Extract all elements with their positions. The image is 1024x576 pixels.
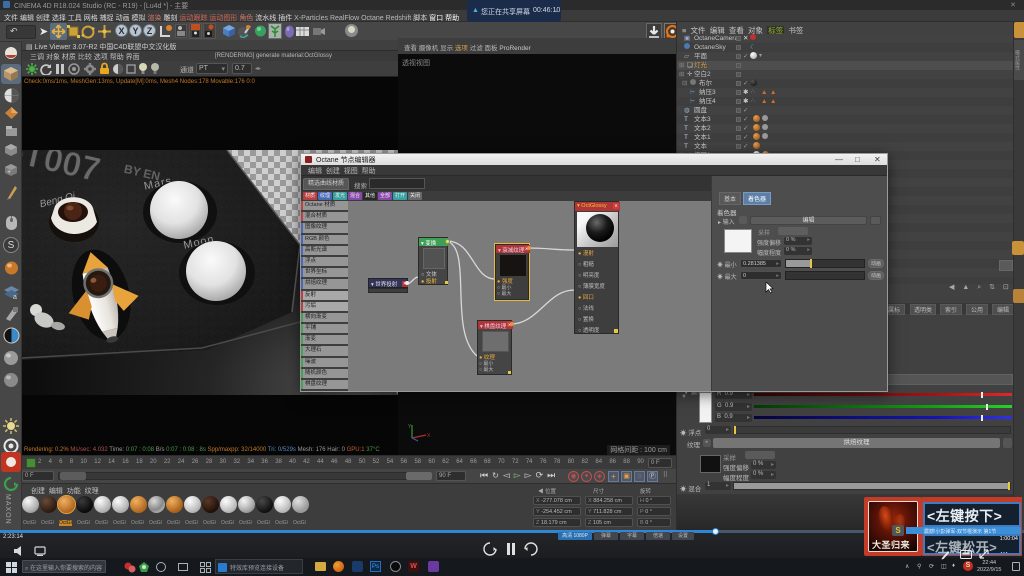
svg-text:Y: Y (408, 424, 412, 430)
svg-text:a: a (13, 294, 17, 300)
svg-text:+: + (7, 169, 11, 176)
svg-text:X: X (427, 433, 431, 439)
